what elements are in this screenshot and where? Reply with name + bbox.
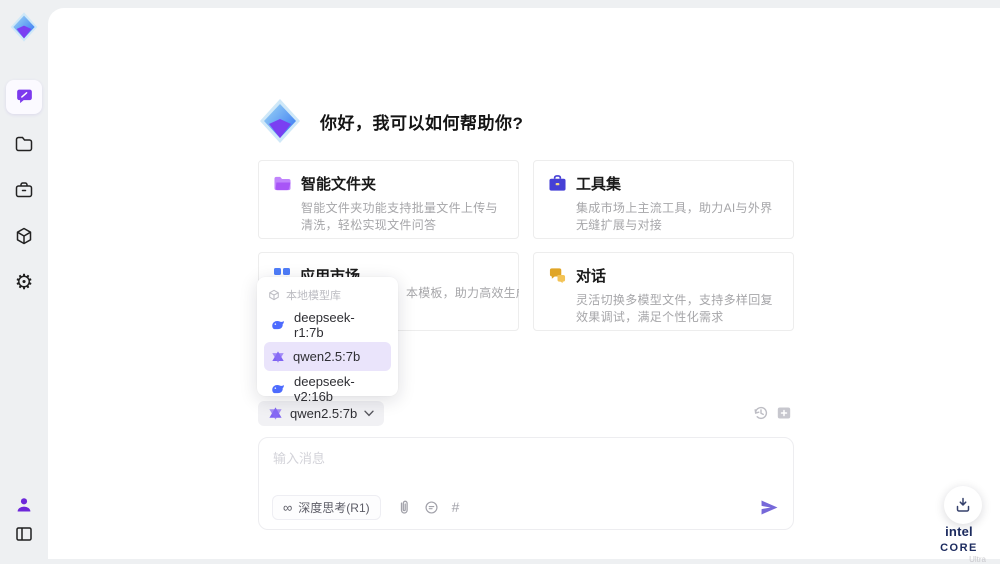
model-option-label: deepseek-r1:7b xyxy=(294,309,355,340)
sidebar: ⚙ xyxy=(0,0,48,563)
sidebar-item-settings[interactable]: ⚙ xyxy=(6,265,42,299)
qwen-icon xyxy=(268,406,283,421)
sidebar-item-collapse-panel[interactable] xyxy=(6,517,42,551)
input-toolbar: ∞ 深度思考(R1) # xyxy=(272,494,779,520)
hash-icon[interactable]: # xyxy=(452,499,460,515)
send-button[interactable] xyxy=(760,499,779,516)
model-option-label: qwen2.5:7b xyxy=(293,349,361,364)
deepseek-icon xyxy=(271,319,286,331)
model-dropdown-header-label: 本地模型库 xyxy=(286,290,341,302)
selected-model-label: qwen2.5:7b xyxy=(290,406,358,421)
purple-folder-icon xyxy=(273,175,292,192)
model-selector-button[interactable]: qwen2.5:7b xyxy=(258,401,385,426)
model-option-label: deepseek-v2:16b xyxy=(294,373,355,404)
card-title: 对话 xyxy=(576,268,607,285)
card-description: 灵活切换多模型文件，支持多样回复效果调试，满足个性化需求 xyxy=(576,293,773,324)
cube-icon xyxy=(14,226,34,246)
deep-think-label: 深度思考(R1) xyxy=(298,500,370,515)
greeting-block: 你好，我可以如何帮助你? xyxy=(256,96,523,146)
new-chat-button[interactable] xyxy=(776,405,792,421)
sidebar-item-folders[interactable] xyxy=(6,127,42,161)
folder-icon xyxy=(14,134,34,154)
download-button[interactable] xyxy=(944,486,982,524)
panel-layout-icon xyxy=(14,524,34,544)
small-cube-icon xyxy=(268,289,280,301)
chat-input-container: ∞ 深度思考(R1) # xyxy=(258,437,794,530)
sidebar-item-chat[interactable] xyxy=(6,80,42,114)
briefcase-icon xyxy=(14,180,34,200)
app-logo xyxy=(6,8,42,46)
app-window: ⚙ 你好，我可以如何帮助你? 智能文件夹 智能文件夹功能支持批量文件上传与清洗，… xyxy=(0,0,1000,564)
sidebar-item-toolbox[interactable] xyxy=(6,173,42,207)
intel-wordmark: intel xyxy=(945,524,973,539)
card-title: 工具集 xyxy=(576,176,622,193)
gear-icon: ⚙ xyxy=(14,270,34,294)
gem-logo-icon xyxy=(8,10,40,44)
qwen-icon xyxy=(271,350,285,364)
greeting-title: 你好，我可以如何帮助你? xyxy=(320,113,524,133)
user-icon xyxy=(14,495,34,515)
card-conversation[interactable]: 对话 灵活切换多模型文件，支持多样回复效果调试，满足个性化需求 xyxy=(533,252,794,331)
card-toolset[interactable]: 工具集 集成市场上主流工具，助力AI与外界无缝扩展与对接 xyxy=(533,160,794,239)
blue-briefcase-icon xyxy=(548,175,567,192)
deep-think-toggle[interactable]: ∞ 深度思考(R1) xyxy=(272,494,381,520)
history-button[interactable] xyxy=(753,405,769,421)
message-input[interactable] xyxy=(273,448,773,488)
intel-core-logo: intel core Ultra xyxy=(926,524,992,564)
model-dropdown: 本地模型库 deepseek-r1:7b qwen2.5:7b deepseek… xyxy=(257,277,398,404)
sidebar-item-models[interactable] xyxy=(6,219,42,253)
core-wordmark: core xyxy=(940,542,978,554)
gem-logo-icon-large xyxy=(256,96,304,146)
model-option-deepseek-v2[interactable]: deepseek-v2:16b xyxy=(264,373,391,404)
paperclip-icon[interactable] xyxy=(397,499,411,515)
card-description-fragment: 本模板，助力高效生成多 xyxy=(406,286,519,300)
infinity-icon: ∞ xyxy=(283,499,293,515)
card-description: 集成市场上主流工具，助力AI与外界无缝扩展与对接 xyxy=(576,201,773,232)
chevron-down-icon xyxy=(364,410,374,417)
card-title: 智能文件夹 xyxy=(301,176,377,193)
model-option-qwen[interactable]: qwen2.5:7b xyxy=(264,342,391,371)
input-tool-icons: # xyxy=(397,499,460,515)
gold-chat-icon xyxy=(548,267,567,284)
model-dropdown-header: 本地模型库 xyxy=(264,285,391,307)
card-description: 智能文件夹功能支持批量文件上传与清洗，轻松实现文件问答 xyxy=(301,201,498,232)
card-smart-folder[interactable]: 智能文件夹 智能文件夹功能支持批量文件上传与清洗，轻松实现文件问答 xyxy=(258,160,519,239)
model-option-deepseek-r1[interactable]: deepseek-r1:7b xyxy=(264,309,391,340)
chat-bubble-icon xyxy=(14,87,35,108)
deepseek-icon xyxy=(271,383,286,395)
at-circle-icon[interactable] xyxy=(424,500,439,515)
